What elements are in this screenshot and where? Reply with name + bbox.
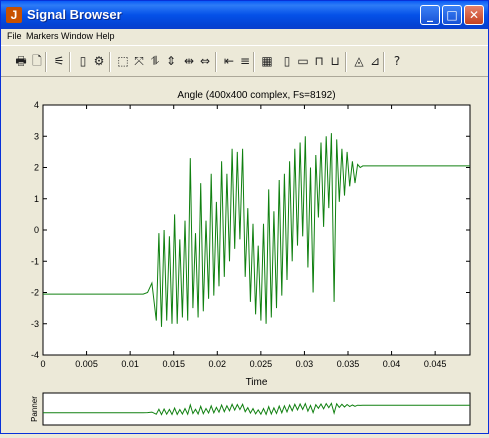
y-tick-label: 1 <box>34 194 39 204</box>
x-tick-label: 0 <box>40 359 45 369</box>
menu-markers[interactable]: Markers <box>26 31 59 41</box>
toolbar-separator <box>45 52 47 72</box>
marker-mode-2-icon[interactable]: ▭ <box>295 53 311 69</box>
marker-slope-icon[interactable]: ⊿ <box>367 53 383 69</box>
marker-vertical-icon[interactable]: ⇤ <box>221 53 237 69</box>
panner-frame[interactable] <box>42 392 471 426</box>
menu-help[interactable]: Help <box>96 31 115 41</box>
title-bar[interactable]: J Signal Browser _ □ ✕ <box>1 1 488 29</box>
y-tick-label: 3 <box>34 131 39 141</box>
markers-icon[interactable]: ▦ <box>259 53 275 69</box>
toolbar-separator <box>215 52 217 72</box>
toolbar-separator <box>345 52 347 72</box>
menu-file[interactable]: File <box>7 31 22 41</box>
help-icon[interactable]: ? <box>389 53 405 69</box>
close-button[interactable]: ✕ <box>464 5 484 25</box>
axes-frame <box>42 104 471 356</box>
x-tick-label: 0.02 <box>209 359 227 369</box>
select-signal-icon[interactable]: ▯ <box>75 53 91 69</box>
toolbar-separator <box>383 52 385 72</box>
print-icon[interactable]: 🖶 <box>13 53 29 69</box>
y-tick-label: -3 <box>31 319 39 329</box>
signal-properties-icon[interactable]: ⚙ <box>91 53 107 69</box>
menu-bar: File Markers Window Help <box>1 29 488 45</box>
menu-window[interactable]: Window <box>61 31 93 41</box>
zoom-horizontal-out-icon[interactable]: ⇔ <box>197 53 213 69</box>
window-title: Signal Browser <box>27 7 122 22</box>
y-tick-label: -4 <box>31 350 39 360</box>
chart-title: Angle (400x400 complex, Fs=8192) <box>177 90 335 101</box>
zoom-horizontal-icon[interactable]: ⇹ <box>181 53 197 69</box>
x-tick-label: 0.025 <box>250 359 273 369</box>
x-axis-label: Time <box>246 377 268 388</box>
angle-plot[interactable]: Angle (400x400 complex, Fs=8192) 4 3 2 1 0 -1… <box>1 77 488 433</box>
x-tick-label: 0.035 <box>337 359 360 369</box>
y-tick-label: 4 <box>34 100 39 110</box>
marker-peaks-icon[interactable]: ⊓ <box>311 53 327 69</box>
zoom-vertical-icon[interactable]: ⥮ <box>147 53 163 69</box>
toolbar-separator <box>109 52 111 72</box>
toolbar-separator <box>253 52 255 72</box>
signal-browser-window: J Signal Browser _ □ ✕ File Markers Wind… <box>0 0 489 434</box>
y-tick-label: 0 <box>34 225 39 235</box>
y-tick-label: -2 <box>31 288 39 298</box>
x-tick-label: 0.04 <box>383 359 401 369</box>
x-tick-label: 0.005 <box>75 359 98 369</box>
y-tick-label: 2 <box>34 163 39 173</box>
array-signals-icon[interactable]: ⚟ <box>51 53 67 69</box>
x-tick-label: 0.01 <box>121 359 139 369</box>
marker-mode-1-icon[interactable]: ▯ <box>279 53 295 69</box>
print-preview-icon[interactable]: 🗋 <box>29 53 45 69</box>
marker-horizontal-icon[interactable]: ≡ <box>237 53 253 69</box>
marker-track-icon[interactable]: ◬ <box>351 53 367 69</box>
x-tick-label: 0.045 <box>424 359 447 369</box>
panner-label: Panner <box>30 396 39 422</box>
matlab-app-icon: J <box>6 7 22 23</box>
maximize-button[interactable]: □ <box>442 5 462 25</box>
y-tick-label: -1 <box>31 256 39 266</box>
zoom-fit-icon[interactable]: ⤧ <box>131 53 147 69</box>
zoom-box-icon[interactable]: ⬚ <box>115 53 131 69</box>
x-tick-label: 0.015 <box>162 359 185 369</box>
toolbar: 🖶 🗋 ⚟ ▯ ⚙ ⬚ ⤧ ⥮ ⇕ ⇹ ⇔ ⇤ ≡ ▦ ▯ ▭ ⊓ ⊔ ◬ ⊿? <box>1 45 488 77</box>
x-tick-label: 0.03 <box>296 359 314 369</box>
plot-area: Angle (400x400 complex, Fs=8192) 4 3 2 1 0 -1… <box>1 77 488 433</box>
zoom-vertical-out-icon[interactable]: ⇕ <box>163 53 179 69</box>
minimize-button[interactable]: _ <box>420 5 440 25</box>
toolbar-separator <box>69 52 71 72</box>
marker-valleys-icon[interactable]: ⊔ <box>327 53 343 69</box>
